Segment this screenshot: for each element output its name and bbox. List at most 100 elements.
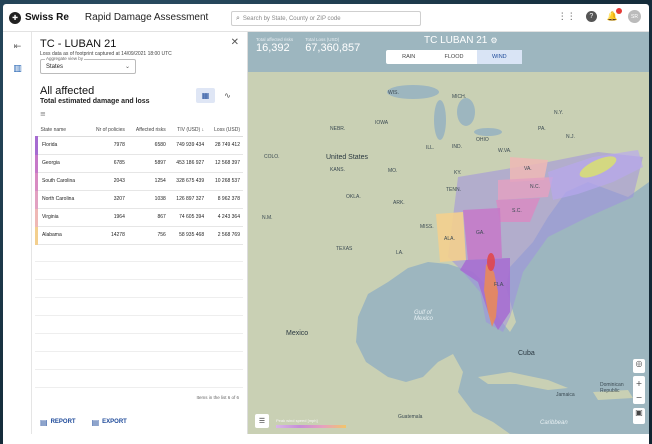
help-icon[interactable]: ? (585, 11, 597, 22)
table-row[interactable]: South Carolina 2043 1254 328 675 439 10 268 … (35, 172, 243, 191)
swiss-re-logo-icon: ✚ (9, 11, 21, 24)
map-label-ohio: OHIO (476, 137, 489, 143)
avatar[interactable]: SR (628, 10, 641, 23)
panel-footer: ▤ REPORT ▤ EXPORT (32, 410, 248, 434)
aggregate-view-select[interactable]: Aggregate view by States ⌄ (40, 56, 136, 74)
table-row[interactable]: Georgia 6785 5897 453 186 927 12 568 397 (35, 154, 243, 173)
report-label: REPORT (50, 419, 76, 425)
map-label-ala: ALA. (444, 236, 455, 242)
table-view-icon[interactable]: ▦ (196, 88, 215, 103)
map-label-dominican: Dominican Republic (600, 382, 624, 394)
analytics-chart-icon[interactable]: ▥ (3, 58, 32, 80)
col-state-name[interactable]: State name (36, 124, 89, 137)
map-stats: Total affected risks 16,392 Total Loss (… (256, 37, 360, 54)
map-label-la: LA. (396, 250, 404, 256)
map-label-wva: W.VA. (498, 148, 512, 154)
event-title: TC - LUBAN 21 (40, 38, 117, 50)
locate-button[interactable]: ◎ (633, 359, 645, 373)
table-header-row: State name Nr of policies Affected risks… (36, 124, 243, 137)
aggregate-view-label: Aggregate view by (45, 56, 85, 61)
gear-icon[interactable]: ⚙ (490, 36, 497, 45)
policies-cell: 6785 (88, 154, 128, 173)
risks-cell: 1254 (127, 172, 169, 191)
notifications-bell-icon[interactable]: 🔔 (607, 7, 622, 22)
top-bar: ✚ Swiss Re Rapid Damage Assessment ⌕ Sea… (3, 4, 649, 32)
loss-cell: 2 568 769 (207, 226, 243, 245)
left-rail: ⇤ ▥ (3, 32, 32, 434)
map-canvas (248, 32, 649, 434)
total-loss-value: 67,360,857 (305, 42, 361, 54)
col-loss[interactable]: Loss (USD) (207, 124, 243, 137)
app-title: Rapid Damage Assessment (84, 12, 209, 23)
col-affected-risks[interactable]: Affected risks (127, 124, 169, 137)
empty-row (35, 280, 243, 298)
map-label-mo: MO. (388, 168, 398, 174)
search-icon: ⌕ (236, 14, 240, 22)
search-input[interactable]: ⌕ Search by State, County or ZIP code (231, 11, 421, 26)
section-subtitle: Total estimated damage and loss (40, 98, 150, 105)
table-row[interactable]: Virginia 1964 867 74 605 394 4 243 364 (35, 208, 243, 227)
state-cell: North Carolina (35, 190, 89, 209)
legend-colorbar (276, 425, 346, 428)
map-label-guatemala: Guatemala (398, 414, 423, 420)
total-loss-stat: Total Loss (USD) 67,360,857 (305, 37, 360, 54)
table-row[interactable]: North Carolina 3207 1038 126 897 327 8 962 3… (35, 190, 243, 209)
map-label-texas: TEXAS (336, 246, 353, 252)
state-cell: Georgia (35, 154, 89, 173)
policies-cell: 7978 (88, 136, 128, 155)
zoom-in-icon[interactable]: + (636, 379, 643, 388)
export-button[interactable]: ▤ EXPORT (92, 418, 127, 427)
policies-cell: 3207 (88, 190, 128, 209)
map-label-miss: MISS. (420, 224, 434, 230)
layers-icon: ▣ (635, 408, 643, 417)
tab-wind[interactable]: WIND (476, 50, 522, 64)
map-event-title: TC LUBAN 21 ⚙ (424, 35, 498, 46)
report-button[interactable]: ▤ REPORT (40, 418, 76, 427)
map-event-title-text: TC LUBAN 21 (424, 35, 488, 46)
map-label-sc: S.C. (512, 208, 522, 214)
top-icons: ⋮⋮ ? 🔔 SR (558, 7, 641, 23)
risks-cell: 756 (127, 226, 169, 245)
affected-risks-value: 16,392 (256, 42, 290, 54)
tab-rain[interactable]: RAIN (386, 50, 431, 64)
basemap-toggle[interactable]: ▣ (633, 408, 645, 424)
zoom-out-icon[interactable]: − (636, 393, 643, 402)
state-cell: Virginia (35, 208, 89, 227)
export-icon: ▤ (91, 417, 100, 427)
tiv-cell: 453 186 927 (168, 154, 208, 173)
close-icon[interactable]: ✕ (231, 37, 239, 48)
map-label-mexico: Mexico (286, 330, 309, 337)
map-label-gulf: Gulf of Mexico (414, 310, 434, 322)
apps-grid-icon[interactable]: ⋮⋮ (558, 12, 576, 22)
col-tiv[interactable]: TIV (USD) ↓ (168, 124, 208, 137)
map-label-colo: COLO. (264, 154, 280, 160)
tab-flood[interactable]: FLOOD (431, 50, 476, 64)
notification-badge (616, 7, 622, 14)
map-label-kans: KANS. (330, 167, 346, 173)
map-label-ga: GA. (476, 230, 485, 236)
chart-view-icon[interactable]: ∿ (218, 88, 237, 103)
col-tiv-label: TIV (USD) (177, 126, 201, 133)
lake-erie (474, 128, 502, 136)
filter-icon[interactable]: ≡ (40, 110, 46, 118)
empty-row (35, 352, 243, 370)
export-label: EXPORT (102, 419, 127, 425)
footprint-state-nc (498, 177, 553, 200)
map-view[interactable]: Total affected risks 16,392 Total Loss (… (248, 32, 649, 434)
logo[interactable]: ✚ Swiss Re (9, 11, 69, 24)
storm-eye-zone (487, 253, 495, 271)
policies-cell: 1964 (88, 208, 128, 227)
view-toggle: ▦ ∿ (196, 88, 237, 103)
aggregate-view-value: States (46, 64, 64, 70)
loss-cell: 28 749 412 (207, 136, 243, 155)
legend-toggle-icon[interactable]: ☰ (255, 414, 269, 428)
hide-panel-icon[interactable]: ⇤ (3, 36, 32, 58)
col-nr-policies[interactable]: Nr of policies (88, 124, 128, 137)
empty-row (35, 316, 243, 334)
hazard-tabs: RAIN FLOOD WIND (386, 50, 522, 64)
table-row[interactable]: Florida 7978 6580 749 939 434 28 749 412 (35, 136, 243, 155)
loss-cell: 4 243 364 (207, 208, 243, 227)
map-label-ny: N.Y. (554, 110, 564, 116)
table-row[interactable]: Alabama 14278 756 58 935 468 2 568 769 (35, 226, 243, 245)
affected-risks-stat: Total affected risks 16,392 (256, 37, 293, 54)
